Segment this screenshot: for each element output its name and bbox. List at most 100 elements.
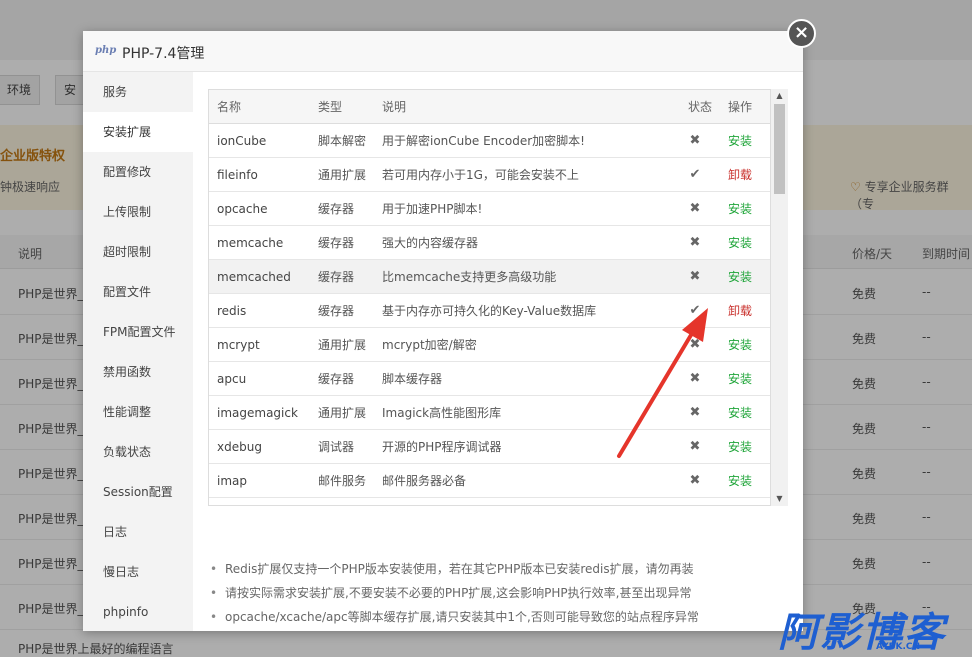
- sidebar-item-6[interactable]: FPM配置文件: [83, 312, 193, 352]
- ext-desc: 用于加速PHP脚本!: [382, 202, 483, 216]
- php-manage-modal: php PHP-7.4管理 服务 安装扩展 配置修改 上传限制 超时限制 配置文件 FPM配…: [83, 31, 803, 631]
- cross-icon: ✖: [689, 473, 701, 488]
- col-name: 名称: [217, 100, 242, 114]
- check-icon: ✔: [689, 167, 701, 182]
- sidebar-item-4[interactable]: 超时限制: [83, 232, 193, 272]
- ext-name: fileinfo: [217, 168, 258, 182]
- uninstall-link[interactable]: 卸载: [728, 294, 752, 328]
- ext-type: 缓存器: [318, 236, 355, 250]
- watermark-logo: 阿影博客 AYBK.CN: [778, 600, 968, 657]
- table-row: apcu 缓存器 脚本缓存器 ✖ 安装: [209, 362, 770, 396]
- ext-type: 缓存器: [318, 372, 355, 386]
- ext-name: imagemagick: [217, 406, 298, 420]
- php-logo-icon: php: [95, 45, 117, 56]
- sidebar-item-8[interactable]: 性能调整: [83, 392, 193, 432]
- cross-icon: ✖: [689, 405, 701, 420]
- ext-type: 通用扩展: [318, 338, 367, 352]
- ext-type: 邮件服务: [318, 474, 367, 488]
- scroll-down-icon[interactable]: ▼: [771, 492, 788, 506]
- ext-desc: 开源的PHP程序调试器: [382, 440, 502, 454]
- ext-desc: 比memcache支持更多高级功能: [382, 270, 557, 284]
- sidebar-item-12[interactable]: 慢日志: [83, 552, 193, 592]
- table-scrollbar[interactable]: ▲ ▼: [771, 89, 788, 506]
- modal-header: php PHP-7.4管理: [83, 31, 803, 72]
- ext-type: 缓存器: [318, 304, 355, 318]
- install-link[interactable]: 安装: [728, 124, 752, 158]
- table-row: ionCube 脚本解密 用于解密ionCube Encoder加密脚本! ✖ 安装: [209, 124, 770, 158]
- ext-desc: 强大的内容缓存器: [382, 236, 479, 250]
- check-icon: ✔: [689, 303, 701, 318]
- install-link[interactable]: 安装: [728, 362, 752, 396]
- sidebar-item-10[interactable]: Session配置: [83, 472, 193, 512]
- extension-panel: 名称 类型 说明 状态 操作 ionCube 脚本解密 用于解密ionCube En…: [193, 72, 803, 631]
- ext-type: 通用扩展: [318, 406, 367, 420]
- cross-icon: ✖: [689, 201, 701, 216]
- table-row: imap 邮件服务 邮件服务器必备 ✖ 安装: [209, 464, 770, 498]
- extension-table-header: 名称 类型 说明 状态 操作: [209, 90, 770, 124]
- ext-desc: Imagick高性能图形库: [382, 406, 502, 420]
- ext-name: xdebug: [217, 440, 262, 454]
- ext-type: 脚本解密: [318, 134, 367, 148]
- install-link[interactable]: 安装: [728, 464, 752, 498]
- note-item: 请按实际需求安装扩展,不要安装不必要的PHP扩展,这会影响PHP执行效率,甚至出…: [208, 581, 798, 605]
- table-row: redis 缓存器 基于内存亦可持久化的Key-Value数据库 ✔ 卸载: [209, 294, 770, 328]
- install-link[interactable]: 安装: [728, 192, 752, 226]
- install-link[interactable]: 安装: [728, 260, 752, 294]
- scroll-up-icon[interactable]: ▲: [771, 89, 788, 103]
- sidebar-item-5[interactable]: 配置文件: [83, 272, 193, 312]
- note-item: opcache/xcache/apc等脚本缓存扩展,请只安装其中1个,否则可能导…: [208, 605, 798, 629]
- sidebar-item-2[interactable]: 配置修改: [83, 152, 193, 192]
- sidebar-item-3[interactable]: 上传限制: [83, 192, 193, 232]
- ext-type: 调试器: [318, 440, 355, 454]
- ext-name: mcrypt: [217, 338, 260, 352]
- sidebar-item-7[interactable]: 禁用函数: [83, 352, 193, 392]
- ext-desc: mcrypt加密/解密: [382, 338, 477, 352]
- col-op: 操作: [728, 100, 753, 114]
- cross-icon: ✖: [689, 439, 701, 454]
- table-row: memcached 缓存器 比memcache支持更多高级功能 ✖ 安装: [209, 260, 770, 294]
- modal-title: PHP-7.4管理: [122, 46, 205, 62]
- watermark-text: 阿影博客: [778, 610, 946, 656]
- cross-icon: ✖: [689, 371, 701, 386]
- cross-icon: ✖: [689, 235, 701, 250]
- col-status: 状态: [688, 100, 713, 114]
- extension-table-body: ionCube 脚本解密 用于解密ionCube Encoder加密脚本! ✖ 安装 fi…: [209, 124, 770, 498]
- ext-name: ionCube: [217, 134, 267, 148]
- ext-name: imap: [217, 474, 247, 488]
- sidebar-item-11[interactable]: 日志: [83, 512, 193, 552]
- ext-name: memcached: [217, 270, 291, 284]
- ext-desc: 若可用内存小于1G，可能会安装不上: [382, 168, 579, 182]
- cross-icon: ✖: [689, 133, 701, 148]
- sidebar-item-0[interactable]: 服务: [83, 72, 193, 112]
- close-icon[interactable]: ×: [787, 19, 816, 48]
- modal-sidebar: 服务 安装扩展 配置修改 上传限制 超时限制 配置文件 FPM配置文件 禁用函数 性能调整 负载状…: [83, 72, 193, 631]
- sidebar-item-9[interactable]: 负载状态: [83, 432, 193, 472]
- sidebar-item-1[interactable]: 安装扩展: [83, 112, 193, 152]
- note-item: Redis扩展仅支持一个PHP版本安装使用，若在其它PHP版本已安装redis扩…: [208, 557, 798, 581]
- ext-desc: 脚本缓存器: [382, 372, 443, 386]
- table-row: mcrypt 通用扩展 mcrypt加密/解密 ✖ 安装: [209, 328, 770, 362]
- install-link[interactable]: 安装: [728, 430, 752, 464]
- ext-type: 通用扩展: [318, 168, 367, 182]
- table-row: opcache 缓存器 用于加速PHP脚本! ✖ 安装: [209, 192, 770, 226]
- scroll-thumb[interactable]: [774, 104, 785, 194]
- install-link[interactable]: 安装: [728, 226, 752, 260]
- col-desc: 说明: [382, 100, 407, 114]
- install-link[interactable]: 安装: [728, 328, 752, 362]
- table-row: memcache 缓存器 强大的内容缓存器 ✖ 安装: [209, 226, 770, 260]
- ext-name: redis: [217, 304, 247, 318]
- table-row: imagemagick 通用扩展 Imagick高性能图形库 ✖ 安装: [209, 396, 770, 430]
- cross-icon: ✖: [689, 337, 701, 352]
- install-link[interactable]: 安装: [728, 396, 752, 430]
- uninstall-link[interactable]: 卸载: [728, 158, 752, 192]
- ext-type: 缓存器: [318, 270, 355, 284]
- sidebar-item-13[interactable]: phpinfo: [83, 592, 193, 632]
- extension-notes: Redis扩展仅支持一个PHP版本安装使用，若在其它PHP版本已安装redis扩…: [208, 557, 798, 629]
- ext-desc: 基于内存亦可持久化的Key-Value数据库: [382, 304, 597, 318]
- cross-icon: ✖: [689, 269, 701, 284]
- ext-desc: 邮件服务器必备: [382, 474, 467, 488]
- table-row: fileinfo 通用扩展 若可用内存小于1G，可能会安装不上 ✔ 卸载: [209, 158, 770, 192]
- ext-desc: 用于解密ionCube Encoder加密脚本!: [382, 134, 585, 148]
- extension-table: 名称 类型 说明 状态 操作 ionCube 脚本解密 用于解密ionCube En…: [208, 89, 771, 506]
- ext-type: 缓存器: [318, 202, 355, 216]
